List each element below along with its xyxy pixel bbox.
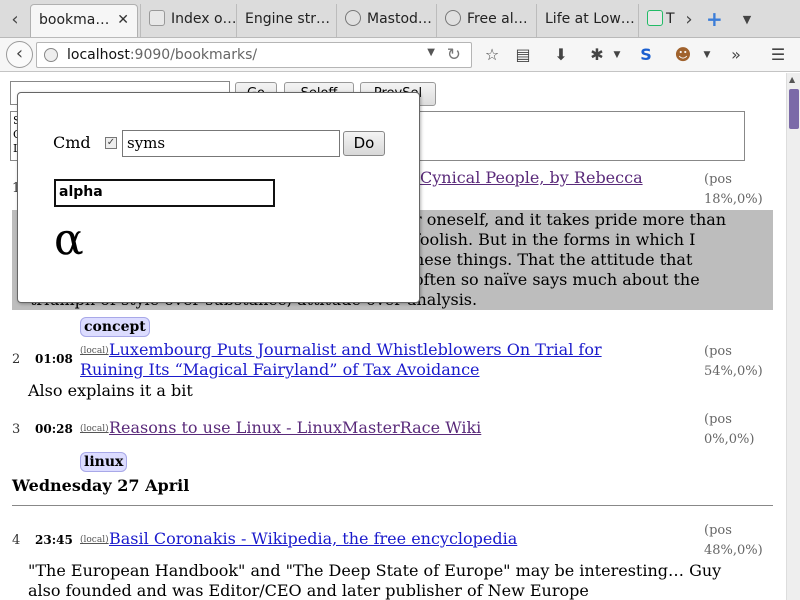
- tab-title: Mastod…: [367, 11, 432, 27]
- bookmark-number: 3: [12, 422, 21, 437]
- bookmark-title-link[interactable]: Reasons to use Linux - LinuxMasterRace W…: [109, 418, 481, 438]
- bookmark-position: (pos 54%,0%): [704, 342, 763, 382]
- bookmark-number: 2: [12, 352, 21, 367]
- reddit-icon: [345, 10, 361, 26]
- url-bar[interactable]: localhost:9090/bookmarks/ ▼ ↻: [36, 42, 472, 68]
- bookmark-time: 00:28: [11, 412, 73, 446]
- symbol-result: α: [54, 214, 84, 265]
- bookmark-star-icon[interactable]: ☆: [482, 45, 502, 65]
- tab-title: Engine str…: [245, 11, 330, 27]
- local-link[interactable]: (local): [80, 424, 109, 434]
- local-link[interactable]: (local): [80, 346, 109, 356]
- scroll-up-icon[interactable]: ▲: [789, 75, 795, 84]
- tab-title: Life at Low…: [545, 11, 635, 27]
- title-line: Ruining Its “Magical Fairyland” of Tax A…: [80, 360, 480, 379]
- tab-t[interactable]: T: [638, 4, 678, 37]
- do-button[interactable]: Do: [343, 131, 385, 156]
- bookmark-time: 01:08: [27, 342, 73, 376]
- bookmark-title-link[interactable]: Cynical People, by Rebecca: [420, 168, 643, 188]
- cmd-label: Cmd: [53, 133, 91, 152]
- bookmark-position: (pos 18%,0%): [704, 170, 763, 210]
- page-icon: [149, 10, 165, 26]
- note-line: "The European Handbook" and "The Deep St…: [28, 561, 722, 580]
- url-dropdown-icon[interactable]: ▼: [427, 47, 435, 58]
- bookmark-title-link[interactable]: Luxembourg Puts Journalist and Whistlebl…: [80, 340, 669, 380]
- bookmark-position: (pos 0%,0%): [704, 410, 754, 450]
- pos-value: 0%,0%): [704, 432, 755, 447]
- tab-engine[interactable]: Engine str…: [236, 4, 334, 37]
- tab-bookmarks[interactable]: bookma… ✕: [30, 4, 138, 37]
- url-host: localhost: [67, 47, 130, 63]
- url-text: localhost:9090/bookmarks/: [67, 47, 257, 63]
- tab-list-icon[interactable]: ▼: [736, 6, 758, 34]
- divider: [12, 505, 773, 506]
- pos-label: (pos: [704, 344, 732, 359]
- command-dialog: Cmd ✓ syms Do alpha α: [17, 92, 420, 303]
- bookmark-position: (pos 48%,0%): [704, 521, 763, 561]
- tab-strip: ‹ bookma… ✕ Index o… Engine str… Mastod……: [0, 0, 800, 38]
- page-scrollbar[interactable]: ▲: [786, 73, 800, 600]
- tag-linux[interactable]: linux: [80, 452, 128, 472]
- reading-list-icon[interactable]: ▤: [513, 45, 533, 65]
- scrollbar-thumb[interactable]: [789, 89, 799, 129]
- bookmark-note: Also explains it a bit: [28, 381, 193, 400]
- tab-free[interactable]: Free al…: [436, 4, 534, 37]
- pos-label: (pos: [704, 172, 732, 187]
- day-heading: Wednesday 27 April: [12, 476, 190, 495]
- tab-scroll-left-icon[interactable]: ‹: [4, 6, 26, 34]
- tab-mastodon[interactable]: Mastod…: [336, 4, 434, 37]
- cmd-input[interactable]: syms: [122, 130, 340, 157]
- reddit-icon: [445, 10, 461, 26]
- pos-value: 48%,0%): [704, 543, 763, 558]
- pos-value: 18%,0%): [704, 192, 763, 207]
- bookmark-title-link[interactable]: Basil Coronakis - Wikipedia, the free en…: [109, 529, 517, 549]
- globe-icon: [44, 48, 58, 62]
- url-path: :9090/bookmarks/: [129, 47, 258, 63]
- tab-index[interactable]: Index o…: [140, 4, 236, 37]
- cmd-checkbox[interactable]: ✓: [105, 137, 117, 149]
- note-line: also founded and was Editor/CEO and late…: [28, 581, 589, 600]
- monkey-dropdown-icon[interactable]: ▼: [697, 45, 717, 65]
- time-text: 01:08: [35, 352, 73, 366]
- tab-title: Free al…: [467, 11, 528, 27]
- reload-icon[interactable]: ↻: [447, 45, 461, 65]
- pos-value: 54%,0%): [704, 364, 763, 379]
- download-icon[interactable]: ⬇: [551, 45, 571, 65]
- close-icon[interactable]: ✕: [117, 5, 129, 36]
- title-line: Luxembourg Puts Journalist and Whistlebl…: [109, 340, 602, 359]
- local-link[interactable]: (local): [80, 535, 109, 545]
- tab-title: T: [666, 11, 675, 27]
- navigation-bar: ‹ localhost:9090/bookmarks/ ▼ ↻ ☆ ▤ ⬇ ✱ …: [0, 38, 800, 72]
- menu-icon[interactable]: ☰: [768, 45, 788, 65]
- addon-icon[interactable]: ✱: [587, 45, 607, 65]
- tab-life[interactable]: Life at Low…: [536, 4, 636, 37]
- monkey-icon[interactable]: ☻: [673, 45, 693, 65]
- time-text: 00:28: [35, 422, 73, 436]
- tag-concept[interactable]: concept: [80, 317, 150, 337]
- new-tab-icon[interactable]: +: [706, 6, 723, 32]
- bookmark-number: 4: [12, 533, 21, 548]
- pos-label: (pos: [704, 412, 732, 427]
- pos-label: (pos: [704, 523, 732, 538]
- addon-dropdown-icon[interactable]: ▼: [607, 45, 627, 65]
- page-icon: [647, 10, 663, 26]
- tab-scroll-right-icon[interactable]: ›: [678, 6, 700, 34]
- back-icon[interactable]: ‹: [6, 41, 33, 68]
- tab-title: Index o…: [171, 11, 236, 27]
- bookmark-time: 23:45: [35, 533, 73, 547]
- highlight-glow: [756, 527, 774, 547]
- overflow-icon[interactable]: »: [726, 45, 746, 65]
- s-icon[interactable]: S: [636, 45, 656, 65]
- tab-title: bookma…: [39, 12, 110, 28]
- symbol-search-input[interactable]: alpha: [54, 179, 275, 207]
- bookmark-note: "The European Handbook" and "The Deep St…: [28, 561, 778, 600]
